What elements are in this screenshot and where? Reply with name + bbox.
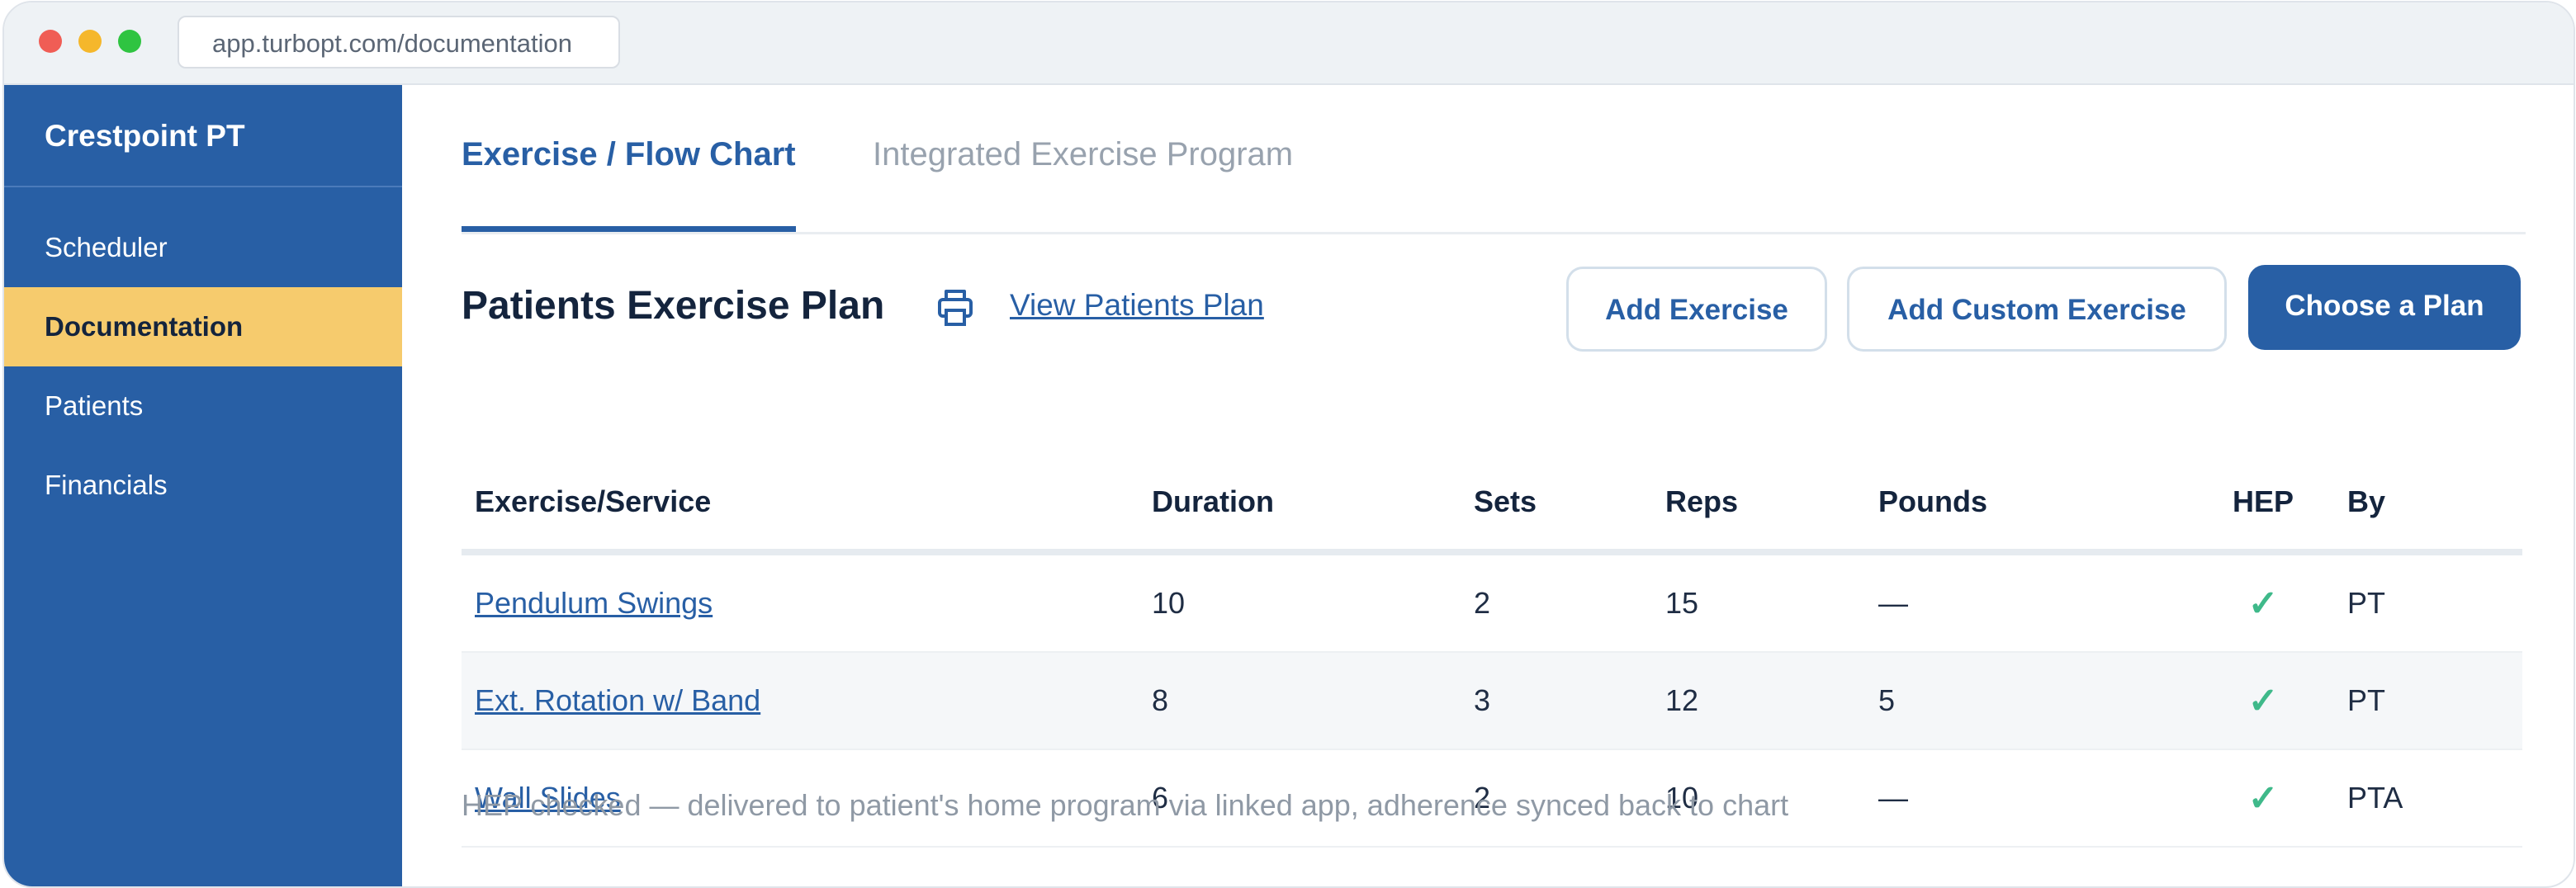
exercise-cell: Pendulum Swings <box>462 552 1139 653</box>
address-bar[interactable]: app.turbopt.com/documentation <box>178 16 620 68</box>
table-header-row: Exercise/Service Duration Sets Reps Poun… <box>462 455 2522 555</box>
duration-cell: 8 <box>1139 652 1461 750</box>
page-title: Patients Exercise Plan <box>462 284 885 328</box>
hep-cell: ✓ <box>2192 552 2334 653</box>
column-header-exercise[interactable]: Exercise/Service <box>462 455 1139 555</box>
pounds-cell: — <box>1865 749 2192 848</box>
hep-cell: ✓ <box>2192 749 2334 848</box>
maximize-window-button[interactable] <box>118 30 141 53</box>
hep-footnote: HEP checked — delivered to patient's hom… <box>462 788 1789 822</box>
by-cell: PT <box>2334 652 2522 750</box>
checkmark-icon: ✓ <box>2247 583 2279 624</box>
duration-cell: 10 <box>1139 552 1461 653</box>
reps-cell: 12 <box>1652 652 1865 750</box>
by-cell: PT <box>2334 552 2522 653</box>
sidebar-item-patients[interactable]: Patients <box>4 366 402 446</box>
sidebar: Crestpoint PT Scheduler Documentation Pa… <box>4 85 402 886</box>
column-header-pounds[interactable]: Pounds <box>1865 455 2192 555</box>
table-row: Pendulum Swings 10 2 15 — ✓ PT <box>462 552 2522 653</box>
choose-plan-button[interactable]: Choose a Plan <box>2248 265 2521 350</box>
add-custom-exercise-button[interactable]: Add Custom Exercise <box>1847 267 2227 352</box>
sets-cell: 2 <box>1461 552 1652 653</box>
sidebar-item-financials[interactable]: Financials <box>4 446 402 525</box>
tab-integrated-exercise-program[interactable]: Integrated Exercise Program <box>873 136 1293 232</box>
checkmark-icon: ✓ <box>2247 680 2279 721</box>
browser-titlebar: app.turbopt.com/documentation <box>4 2 2574 85</box>
minimize-window-button[interactable] <box>78 30 102 53</box>
tab-bar: Exercise / Flow Chart Integrated Exercis… <box>462 85 2526 234</box>
pounds-cell: — <box>1865 552 2192 653</box>
column-header-reps[interactable]: Reps <box>1652 455 1865 555</box>
add-exercise-button[interactable]: Add Exercise <box>1566 267 1827 352</box>
column-header-sets[interactable]: Sets <box>1461 455 1652 555</box>
sets-cell: 3 <box>1461 652 1652 750</box>
column-header-duration[interactable]: Duration <box>1139 455 1461 555</box>
exercise-cell: Ext. Rotation w/ Band <box>462 652 1139 750</box>
exercise-link[interactable]: Pendulum Swings <box>475 586 713 620</box>
sidebar-item-scheduler[interactable]: Scheduler <box>4 208 402 287</box>
pounds-cell: 5 <box>1865 652 2192 750</box>
printer-icon[interactable] <box>935 286 975 329</box>
tab-exercise-flow-chart[interactable]: Exercise / Flow Chart <box>462 136 796 232</box>
brand-name: Crestpoint PT <box>4 85 402 187</box>
column-header-by[interactable]: By <box>2334 455 2522 555</box>
sidebar-nav: Scheduler Documentation Patients Financi… <box>4 208 402 525</box>
browser-window: app.turbopt.com/documentation Crestpoint… <box>2 1 2575 888</box>
reps-cell: 15 <box>1652 552 1865 653</box>
exercise-link[interactable]: Ext. Rotation w/ Band <box>475 683 760 717</box>
by-cell: PTA <box>2334 749 2522 848</box>
view-patients-plan-link[interactable]: View Patients Plan <box>1010 288 1264 323</box>
checkmark-icon: ✓ <box>2247 777 2279 819</box>
column-header-hep[interactable]: HEP <box>2192 455 2334 555</box>
hep-cell: ✓ <box>2192 652 2334 750</box>
main-content: Exercise / Flow Chart Integrated Exercis… <box>402 85 2574 886</box>
close-window-button[interactable] <box>39 30 62 53</box>
table-row: Ext. Rotation w/ Band 8 3 12 5 ✓ PT <box>462 652 2522 750</box>
sidebar-item-documentation[interactable]: Documentation <box>4 287 402 366</box>
